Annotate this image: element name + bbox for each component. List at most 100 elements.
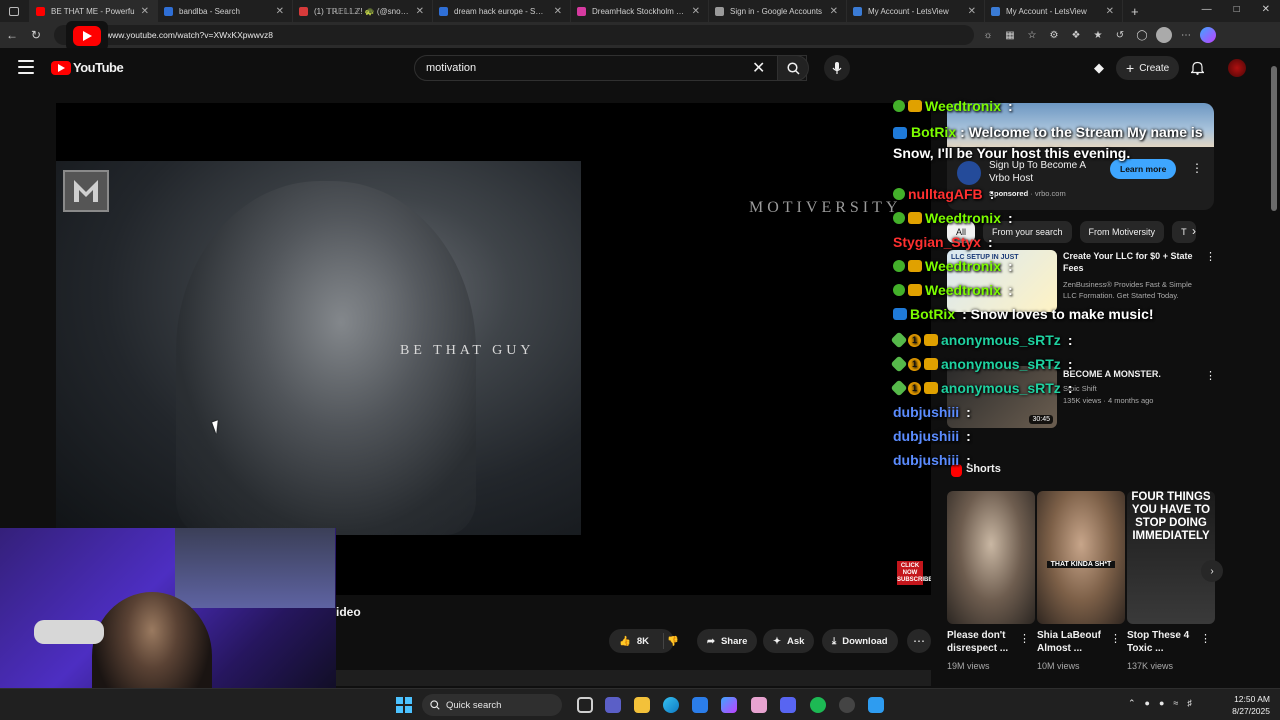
share-label: Share — [720, 635, 748, 647]
browser-tab[interactable]: My Account - LetsView ✕ — [847, 0, 985, 22]
more-menu-icon[interactable]: ⋯ — [1178, 27, 1194, 43]
chat-message: BotRix: Snow loves to make music! — [893, 306, 1154, 322]
page-scrollbar[interactable] — [1268, 48, 1280, 688]
search-button[interactable] — [777, 55, 809, 81]
taskbar-search[interactable]: Quick search — [422, 694, 562, 716]
task-view-icon[interactable] — [577, 697, 593, 713]
spotify-icon[interactable] — [810, 697, 826, 713]
file-explorer-icon[interactable] — [634, 697, 650, 713]
tray-chevron-icon[interactable]: ⌃ — [1128, 698, 1136, 709]
browser-tab[interactable]: BE THAT ME - Powerfu ✕ — [30, 0, 158, 22]
profile-avatar-icon[interactable] — [1156, 27, 1172, 43]
webcam-microphone — [34, 620, 104, 644]
extensions-puzzle-icon[interactable]: ❖ — [1068, 27, 1084, 43]
recommendation-menu-icon[interactable]: ⋮ — [1205, 369, 1216, 382]
apps-icon[interactable]: ▦ — [1002, 27, 1018, 43]
ad-sponsored-label: Sponsored — [989, 189, 1029, 198]
obs-icon[interactable] — [839, 697, 855, 713]
tab-menu[interactable] — [0, 0, 30, 22]
webcam-background-window — [175, 528, 335, 608]
description-box[interactable] — [336, 670, 931, 686]
ask-button[interactable]: ✦ Ask — [763, 629, 815, 653]
read-aloud-icon[interactable]: ☼ — [980, 27, 996, 43]
download-button[interactable]: ⤓ Download — [822, 629, 898, 653]
recommendation-item[interactable]: 30:45 BECOME A MONSTER. Stoic Shift 135K… — [947, 366, 1216, 430]
store-icon[interactable] — [692, 697, 708, 713]
close-tab-icon[interactable]: ✕ — [1106, 6, 1114, 17]
create-button[interactable]: + Create — [1116, 56, 1180, 80]
short-thumbnail[interactable]: FOUR THINGS YOU HAVE TO STOP DOING IMMED… — [1127, 491, 1215, 624]
chat-text: : — [1067, 356, 1073, 372]
chips-next-icon[interactable]: › — [1192, 224, 1196, 238]
short-menu-icon[interactable]: ⋮ — [1019, 632, 1030, 645]
favorites-icon[interactable]: ★ — [1090, 27, 1106, 43]
close-window-icon[interactable]: ✕ — [1262, 4, 1270, 15]
voice-search-button[interactable] — [824, 55, 850, 81]
maximize-icon[interactable]: □ — [1234, 4, 1240, 15]
refresh-icon[interactable]: ↻ — [24, 28, 48, 42]
copilot-app-icon[interactable] — [721, 697, 737, 713]
clear-search-icon[interactable]: ✕ — [752, 58, 765, 78]
short-title[interactable]: Please don't disrespect ... — [947, 629, 1027, 655]
subscribe-watermark[interactable]: CLICK NOW SUBSCRIBE — [897, 561, 931, 585]
letsview-icon[interactable] — [868, 697, 884, 713]
copilot-icon[interactable] — [1200, 27, 1216, 43]
window-controls: — □ ✕ — [1202, 4, 1270, 15]
close-tab-icon[interactable]: ✕ — [416, 6, 424, 17]
browser-tab[interactable]: DreamHack Stockholm 202 ✕ — [571, 0, 709, 22]
short-thumbnail[interactable] — [947, 491, 1035, 624]
volume-icon[interactable]: ♯ — [1187, 698, 1192, 709]
short-menu-icon[interactable]: ⋮ — [1110, 632, 1121, 645]
filter-chip[interactable]: From Motiversity — [1079, 221, 1165, 243]
motiversity-watermark: MOTIVERSITY — [749, 199, 902, 216]
short-title[interactable]: Shia LaBeouf Almost ... — [1037, 629, 1117, 655]
discord-icon[interactable] — [780, 697, 796, 713]
browser-tab[interactable]: Sign in - Google Accounts ✕ — [709, 0, 847, 22]
browser-tab[interactable]: dream hack europe - Search ✕ — [433, 0, 571, 22]
dislike-button[interactable]: 👎 — [657, 629, 689, 653]
browser-tab[interactable]: bandlba - Search ✕ — [158, 0, 293, 22]
short-title[interactable]: Stop These 4 Toxic ... — [1127, 629, 1207, 655]
shorts-next-icon[interactable]: › — [1201, 560, 1223, 582]
wifi-icon[interactable]: ≈ — [1173, 698, 1178, 709]
shield-icon[interactable]: ◯ — [1134, 27, 1150, 43]
edge-icon[interactable] — [663, 697, 679, 713]
history-icon[interactable]: ↺ — [1112, 27, 1128, 43]
chat-badge-num-icon: 1 — [908, 357, 921, 371]
favorite-star-icon[interactable]: ☆ — [1024, 27, 1040, 43]
close-tab-icon[interactable]: ✕ — [830, 6, 838, 17]
url-field[interactable]: www.youtube.com/watch?v=XWxKXpwwvz8 — [54, 25, 974, 45]
teams-icon[interactable] — [605, 697, 621, 713]
browser-tab[interactable]: (1) 𝕋ℝ𝔼𝕃𝕃ℤ! 🐢 (@snowbe ✕ — [293, 0, 433, 22]
chat-text: : — [1007, 258, 1013, 274]
close-tab-icon[interactable]: ✕ — [692, 6, 700, 17]
close-tab-icon[interactable]: ✕ — [276, 6, 284, 17]
more-actions-button[interactable]: ⋯ — [907, 629, 931, 653]
new-tab-icon[interactable]: + — [1131, 4, 1139, 19]
tray-app-icon[interactable]: ● — [1159, 698, 1164, 709]
recommendation-menu-icon[interactable]: ⋮ — [1205, 250, 1216, 263]
extension-icon[interactable]: ⚙ — [1046, 27, 1062, 43]
menu-icon[interactable] — [18, 60, 34, 74]
tray-app-icon[interactable]: ● — [1145, 698, 1150, 709]
account-avatar[interactable] — [1228, 59, 1246, 77]
youtube-logo[interactable]: YouTube — [51, 60, 124, 75]
minimize-icon[interactable]: — — [1202, 4, 1212, 15]
app-icon[interactable] — [751, 697, 767, 713]
scrollbar-thumb[interactable] — [1271, 66, 1277, 211]
browser-tab[interactable]: My Account - LetsView ✕ — [985, 0, 1123, 22]
start-icon[interactable] — [396, 697, 412, 713]
short-thumbnail[interactable]: THAT KINDA SH*T — [1037, 491, 1125, 624]
taskbar-clock[interactable]: 12:50 AM 8/27/2025 — [1226, 693, 1270, 717]
close-tab-icon[interactable]: ✕ — [554, 6, 562, 17]
close-tab-icon[interactable]: ✕ — [968, 6, 976, 17]
short-menu-icon[interactable]: ⋮ — [1200, 632, 1211, 645]
chat-message: Weedtronix: — [893, 98, 1013, 114]
video-player[interactable]: BE THAT GUY MOTIVERSITY CLICK NOW SUBSCR… — [56, 103, 931, 595]
close-tab-icon[interactable]: ✕ — [141, 6, 149, 17]
back-icon[interactable]: ← — [0, 28, 24, 42]
studio-icon[interactable]: ◆ — [1094, 60, 1104, 76]
notifications-bell-icon[interactable] — [1191, 61, 1204, 75]
search-input[interactable]: motivation — [414, 55, 807, 81]
share-button[interactable]: ➦ Share — [697, 629, 758, 653]
